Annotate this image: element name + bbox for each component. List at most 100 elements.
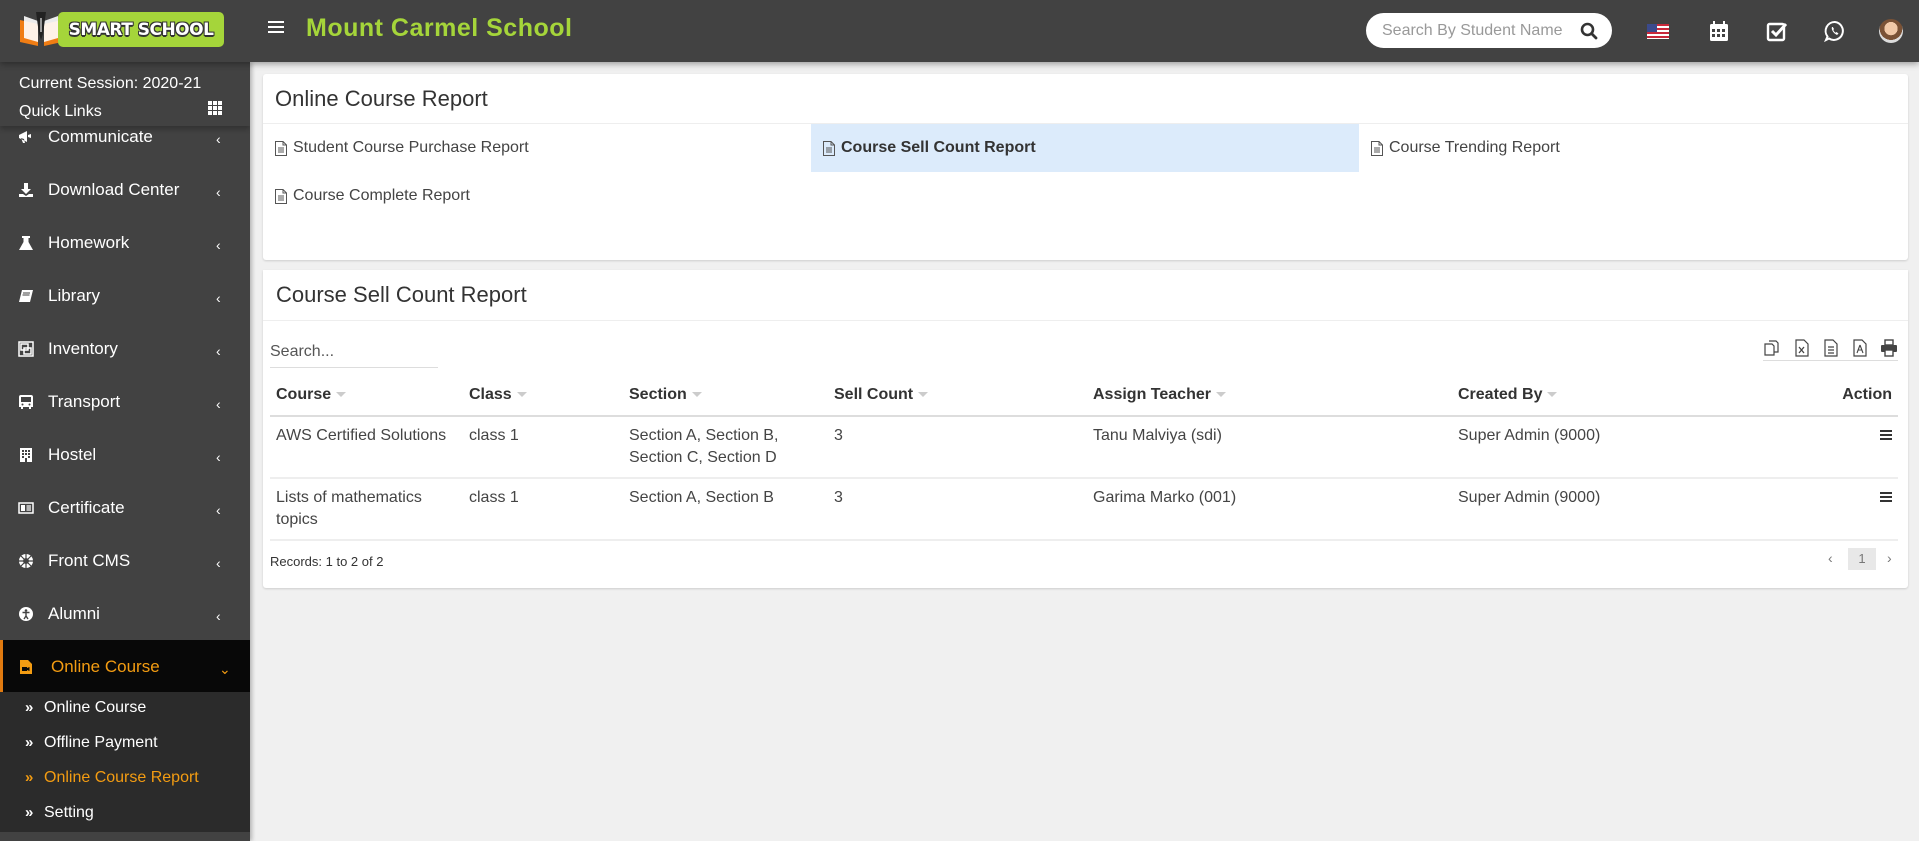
document-icon [275, 140, 287, 156]
submenu-item-online-course-report[interactable]: » Online Course Report [0, 762, 250, 796]
sidebar-item-label: Online Course [51, 656, 160, 676]
report-link-course-sell-count[interactable]: Course Sell Count Report [811, 124, 1359, 172]
chevron-left-icon: ‹ [216, 395, 221, 412]
life-ring-icon [19, 553, 33, 568]
logo-text: SMART SCHOOL [68, 19, 214, 40]
search-icon[interactable] [1580, 22, 1598, 40]
action-menu-icon[interactable] [1880, 492, 1892, 504]
sidebar-item-label: Homework [48, 232, 130, 252]
column-header-course[interactable]: Course [270, 374, 463, 417]
cell-assign-teacher: Tanu Malviya (sdi) [1087, 416, 1452, 479]
sidebar-item-alumni[interactable]: Alumni ‹ [0, 587, 250, 640]
quick-links-grid-icon[interactable] [208, 101, 224, 115]
export-toolbar [1763, 337, 1898, 361]
quick-links-label: Quick Links [19, 103, 102, 120]
file-video-icon [20, 659, 32, 674]
table-header-row: Course Class Section Sell Count Assign T… [270, 374, 1898, 417]
student-search-input[interactable] [1382, 13, 1572, 48]
report-link-label: Course Sell Count Report [841, 139, 1036, 156]
column-header-section[interactable]: Section [623, 374, 828, 417]
report-link-label: Student Course Purchase Report [293, 139, 529, 156]
chevron-left-icon: ‹ [216, 607, 221, 624]
sidebar-item-label: Download Center [48, 179, 180, 199]
column-header-assign-teacher[interactable]: Assign Teacher [1087, 374, 1452, 417]
csv-icon[interactable] [1822, 339, 1840, 357]
sidebar-item-hostel[interactable]: Hostel ‹ [0, 428, 250, 481]
chevron-left-icon: ‹ [216, 448, 221, 465]
sort-icon [918, 391, 929, 397]
sidebar-item-label: Alumni [48, 603, 100, 623]
submenu-item-setting[interactable]: » Setting [0, 797, 250, 831]
column-header-class[interactable]: Class [463, 374, 623, 417]
report-link-label: Course Trending Report [1389, 139, 1560, 156]
sidebar-item-transport[interactable]: Transport ‹ [0, 375, 250, 428]
sidebar-item-front-cms[interactable]: Front CMS ‹ [0, 534, 250, 587]
current-session[interactable]: Current Session: 2020-21 [19, 75, 201, 93]
universal-access-icon [19, 606, 33, 621]
object-group-icon [18, 340, 34, 357]
sidebar-item-inventory[interactable]: Inventory ‹ [0, 322, 250, 375]
page-1-button[interactable]: 1 [1848, 548, 1876, 570]
cell-course: AWS Certified Solutions [270, 416, 463, 479]
whatsapp-icon[interactable] [1823, 19, 1847, 43]
sidebar-item-label: Hostel [48, 444, 97, 464]
cell-assign-teacher: Garima Marko (001) [1087, 478, 1452, 541]
previous-page-button[interactable]: ‹ [1828, 550, 1833, 566]
chevron-down-icon: ⌄ [219, 660, 231, 677]
table-search-input[interactable] [270, 336, 438, 368]
next-page-button[interactable]: › [1887, 550, 1892, 566]
submenu-item-label: Online Course Report [44, 769, 199, 786]
submenu-item-label: Offline Payment [44, 734, 158, 751]
download-icon [19, 182, 33, 197]
chevron-left-icon: ‹ [216, 289, 221, 306]
submenu-item-offline-payment[interactable]: » Offline Payment [0, 727, 250, 761]
chevron-left-icon: ‹ [216, 342, 221, 359]
flask-icon [19, 235, 33, 250]
sidebar-item-homework[interactable]: Homework ‹ [0, 216, 250, 269]
cell-section: Section A, Section B, Section C, Section… [623, 416, 828, 479]
smart-school-logo[interactable]: SMART SCHOOL [18, 12, 224, 48]
sidebar: Current Session: 2020-21 Quick Links Com… [0, 62, 250, 841]
sort-icon [516, 391, 527, 397]
pagination: ‹ 1 › [1825, 548, 1901, 570]
cell-sell-count: 3 [828, 416, 1087, 479]
print-icon[interactable] [1880, 339, 1898, 357]
menu-toggle-button[interactable] [268, 21, 284, 39]
calendar-icon[interactable] [1707, 19, 1731, 43]
copy-icon[interactable] [1763, 339, 1781, 357]
submenu-item-label: Setting [44, 804, 94, 821]
course-sell-count-panel: Course Sell Count Report Course Class Se… [263, 270, 1908, 588]
double-chevron-right-icon: » [25, 734, 34, 751]
sort-icon [336, 391, 347, 397]
checkbox-icon[interactable] [1765, 19, 1789, 43]
submenu-item-online-course[interactable]: » Online Course [0, 692, 250, 726]
sidebar-item-certificate[interactable]: Certificate ‹ [0, 481, 250, 534]
cell-class: class 1 [463, 416, 623, 479]
online-course-submenu: » Online Course » Offline Payment » Onli… [0, 692, 250, 832]
school-name: Mount Carmel School [306, 14, 573, 42]
records-info: Records: 1 to 2 of 2 [270, 554, 384, 569]
building-icon [20, 447, 32, 462]
report-link-course-complete[interactable]: Course Complete Report [263, 172, 811, 220]
sidebar-item-library[interactable]: Library ‹ [0, 269, 250, 322]
divider [263, 320, 1908, 321]
report-link-student-course-purchase[interactable]: Student Course Purchase Report [263, 124, 811, 172]
cell-section: Section A, Section B [623, 478, 828, 541]
table-row: Lists of mathematics topics class 1 Sect… [270, 478, 1898, 541]
sort-icon [691, 391, 702, 397]
report-link-course-trending[interactable]: Course Trending Report [1359, 124, 1907, 172]
us-flag-icon[interactable] [1646, 19, 1670, 43]
column-header-sell-count[interactable]: Sell Count [828, 374, 1087, 417]
pdf-icon[interactable] [1851, 339, 1869, 357]
excel-icon[interactable] [1793, 339, 1811, 357]
student-search-box [1366, 13, 1612, 48]
sidebar-item-label: Certificate [48, 497, 125, 517]
sidebar-item-online-course[interactable]: Online Course ⌄ [0, 640, 250, 693]
bullhorn-icon [19, 130, 31, 143]
user-avatar[interactable] [1879, 19, 1903, 43]
column-header-created-by[interactable]: Created By [1452, 374, 1782, 417]
chevron-left-icon: ‹ [216, 183, 221, 200]
cell-created-by: Super Admin (9000) [1452, 478, 1782, 541]
action-menu-icon[interactable] [1880, 430, 1892, 442]
sidebar-item-download-center[interactable]: Download Center ‹ [0, 163, 250, 216]
